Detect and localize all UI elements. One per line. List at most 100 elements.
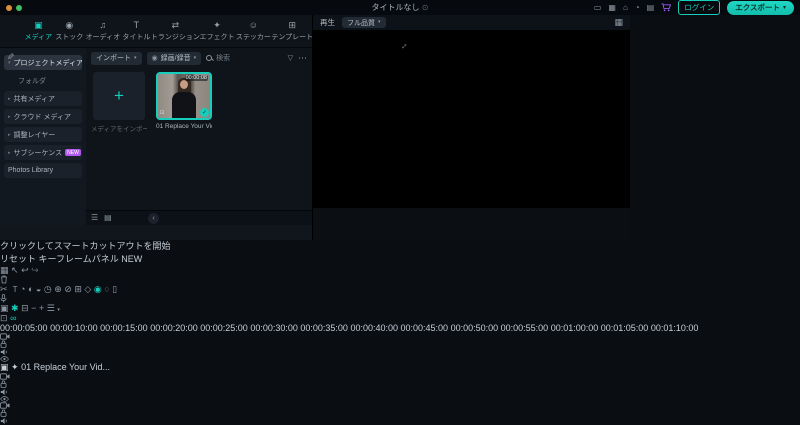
copy-effects-icon[interactable]: ⊞ <box>74 285 82 294</box>
home-icon[interactable]: ⌂ <box>623 3 628 12</box>
video-track-3 <box>0 402 800 425</box>
color-correction-icon[interactable]: ◐ <box>28 285 33 294</box>
lock-icon[interactable] <box>0 380 800 388</box>
ai-assistant-icon[interactable]: ✱ <box>11 304 19 313</box>
tab-transitions[interactable]: ⇄ トランジション <box>151 19 200 42</box>
manage-tracks-icon[interactable]: ⊡ <box>0 314 8 323</box>
search-input[interactable]: 検索 <box>206 53 230 63</box>
login-button[interactable]: ログイン <box>678 0 721 15</box>
list-view-icon[interactable]: ☰ <box>91 214 98 222</box>
split-icon[interactable]: ✂ <box>0 285 8 294</box>
ruler-label: 00:00:35:00 <box>300 323 348 333</box>
motion-track-icon[interactable]: ◒ <box>36 285 41 294</box>
collapse-sidebar-button[interactable]: ‹ <box>148 212 159 224</box>
eyedropper-icon[interactable]: ✎ <box>7 52 15 62</box>
reset-button[interactable]: リセット <box>0 254 36 264</box>
import-button[interactable]: インポート ▾ <box>91 51 142 65</box>
export-button[interactable]: エクスポート ▾ <box>727 0 794 15</box>
import-media-tile[interactable]: + メディアをインポート <box>91 72 147 133</box>
track-options-icon[interactable]: ☰ <box>47 304 55 313</box>
track-lane[interactable]: ▣ ✦ 01 Replace Your Vid... <box>0 362 800 373</box>
record-button[interactable]: ◉ 録画/録音 ▾ <box>146 51 202 65</box>
zoom-out-icon[interactable]: − <box>31 304 36 313</box>
sidebar-label: 調整レイヤー <box>13 131 56 139</box>
tab-label: オーディオ <box>85 33 121 41</box>
quality-select[interactable]: フル品質 ▾ <box>342 17 386 28</box>
account-icon[interactable]: ◔ <box>635 3 640 12</box>
video-frame[interactable] <box>398 30 546 208</box>
render-preview-icon[interactable]: ◉ <box>94 285 102 294</box>
filter-icon[interactable]: ▽ <box>288 55 293 62</box>
filmora-window: タイトルなし ⊙ ▭ ▦ ⌂ ◔ ▤ ログイン エクスポート ▾ ▣ メディア ◉… <box>0 0 800 425</box>
export-frame-icon[interactable]: ⊟ <box>21 304 29 313</box>
tab-label: エフェクト <box>199 33 235 41</box>
sidebar-item-shared-media[interactable]: ▸ 共有メディア <box>4 91 82 106</box>
text-tool-icon[interactable]: T <box>13 286 18 294</box>
grid-view-icon[interactable]: ▤ <box>104 214 112 222</box>
titlebar: タイトルなし ⊙ ▭ ▦ ⌂ ◔ ▤ ログイン エクスポート ▾ <box>0 0 800 15</box>
plus-icon: + <box>114 86 124 105</box>
tab-stickers[interactable]: ☺ ステッカー <box>236 20 271 42</box>
titles-icon: T <box>133 19 140 30</box>
lock-icon[interactable] <box>0 409 800 417</box>
sidebar-item-adjustment-layer[interactable]: ▸ 調整レイヤー <box>4 127 82 142</box>
add-keyframe-icon[interactable]: ◇ <box>84 285 91 294</box>
sidebar-item-subsequence[interactable]: ▸ サブシーケンス NEW <box>4 145 82 160</box>
timeline-clip[interactable]: ▣ ✦ 01 Replace Your Vid... <box>0 362 800 373</box>
chevron-down-icon[interactable]: ▾ <box>57 308 60 313</box>
search-icon <box>206 54 213 62</box>
ruler-label: 00:00:30:00 <box>250 323 298 333</box>
clip-effect-icon: ✦ <box>11 362 19 372</box>
phone-mirror-icon[interactable]: ▯ <box>112 285 117 294</box>
delete-icon[interactable] <box>0 275 800 284</box>
tab-titles[interactable]: T タイトル <box>122 19 151 42</box>
ruler-label: 00:00:45:00 <box>400 323 449 333</box>
transitions-icon: ⇄ <box>171 19 180 30</box>
cart-icon[interactable] <box>661 3 672 12</box>
tab-audio[interactable]: ♫ オーディオ <box>85 20 121 42</box>
tab-media[interactable]: ▣ メディア <box>24 20 53 42</box>
tab-label: メディア <box>24 33 53 41</box>
stabilize-icon[interactable]: ⊕ <box>54 285 62 294</box>
clip-corner-icon: ⊡ <box>160 110 165 116</box>
undo-icon[interactable]: ↩ <box>21 266 29 275</box>
voiceover-mic-icon[interactable] <box>0 294 800 303</box>
project-title-menu-icon[interactable]: ⊙ <box>422 4 429 12</box>
clip-thumbnail[interactable]: 00:00:08 ⊡ ✓ <box>156 72 212 120</box>
window-zoom-button[interactable] <box>16 4 22 11</box>
speed-icon[interactable]: ◔ <box>20 285 25 294</box>
clip-name-label: 01 Replace Your Video <box>156 123 212 130</box>
more-options-icon[interactable]: ⋯ <box>298 53 307 63</box>
sidebar-item-folder[interactable]: フォルダ <box>4 73 82 88</box>
redo-icon[interactable]: ↪ <box>31 266 39 275</box>
apps-grid-icon[interactable]: ▤ <box>647 3 655 12</box>
scene-detect-icon[interactable]: ▦ <box>614 18 623 27</box>
sidebar-item-photos-library[interactable]: Photos Library <box>4 163 82 178</box>
window-minimize-button[interactable] <box>6 4 12 11</box>
keyframe-panel-button[interactable]: キーフレームパネル NEW <box>39 254 143 264</box>
lock-icon[interactable] <box>0 340 800 348</box>
media-library-icon[interactable]: ▦ <box>608 3 616 12</box>
snap-link-icon[interactable]: ∞ <box>10 314 16 323</box>
marker-icon[interactable]: ○ <box>104 285 109 294</box>
zoom-in-icon[interactable]: + <box>39 304 44 313</box>
mute-icon[interactable] <box>0 348 800 356</box>
new-badge: NEW <box>121 254 143 264</box>
media-clip-tile[interactable]: 00:00:08 ⊡ ✓ 01 Replace Your Video <box>156 72 212 133</box>
pointer-tool-icon[interactable]: ↖ <box>11 266 19 275</box>
panel-layout-icon[interactable]: ▦ <box>0 266 9 275</box>
screen-record-icon[interactable]: ▭ <box>594 3 602 12</box>
mute-icon[interactable] <box>0 417 800 425</box>
snapshot-frame-icon[interactable]: ▣ <box>0 304 9 313</box>
tab-stock[interactable]: ◉ ストック <box>55 20 84 42</box>
sidebar-item-project-media[interactable]: ▾ プロジェクトメディア <box>4 55 82 70</box>
track-type-icon <box>0 373 800 380</box>
sidebar-item-cloud-media[interactable]: ▸ クラウド メディア <box>4 109 82 124</box>
tab-templates[interactable]: ⊞ テンプレート <box>271 20 313 42</box>
mute-icon[interactable] <box>0 388 800 396</box>
timeline-ruler[interactable]: 00:00:05:00 00:00:10:00 00:00:15:00 00:0… <box>0 323 800 333</box>
tab-effects[interactable]: ✦ エフェクト <box>199 20 235 42</box>
playback-menu[interactable]: 再生 <box>320 17 335 28</box>
hide-track-icon[interactable]: ⊘ <box>64 285 72 294</box>
duration-timer-icon[interactable]: ◷ <box>44 285 52 294</box>
